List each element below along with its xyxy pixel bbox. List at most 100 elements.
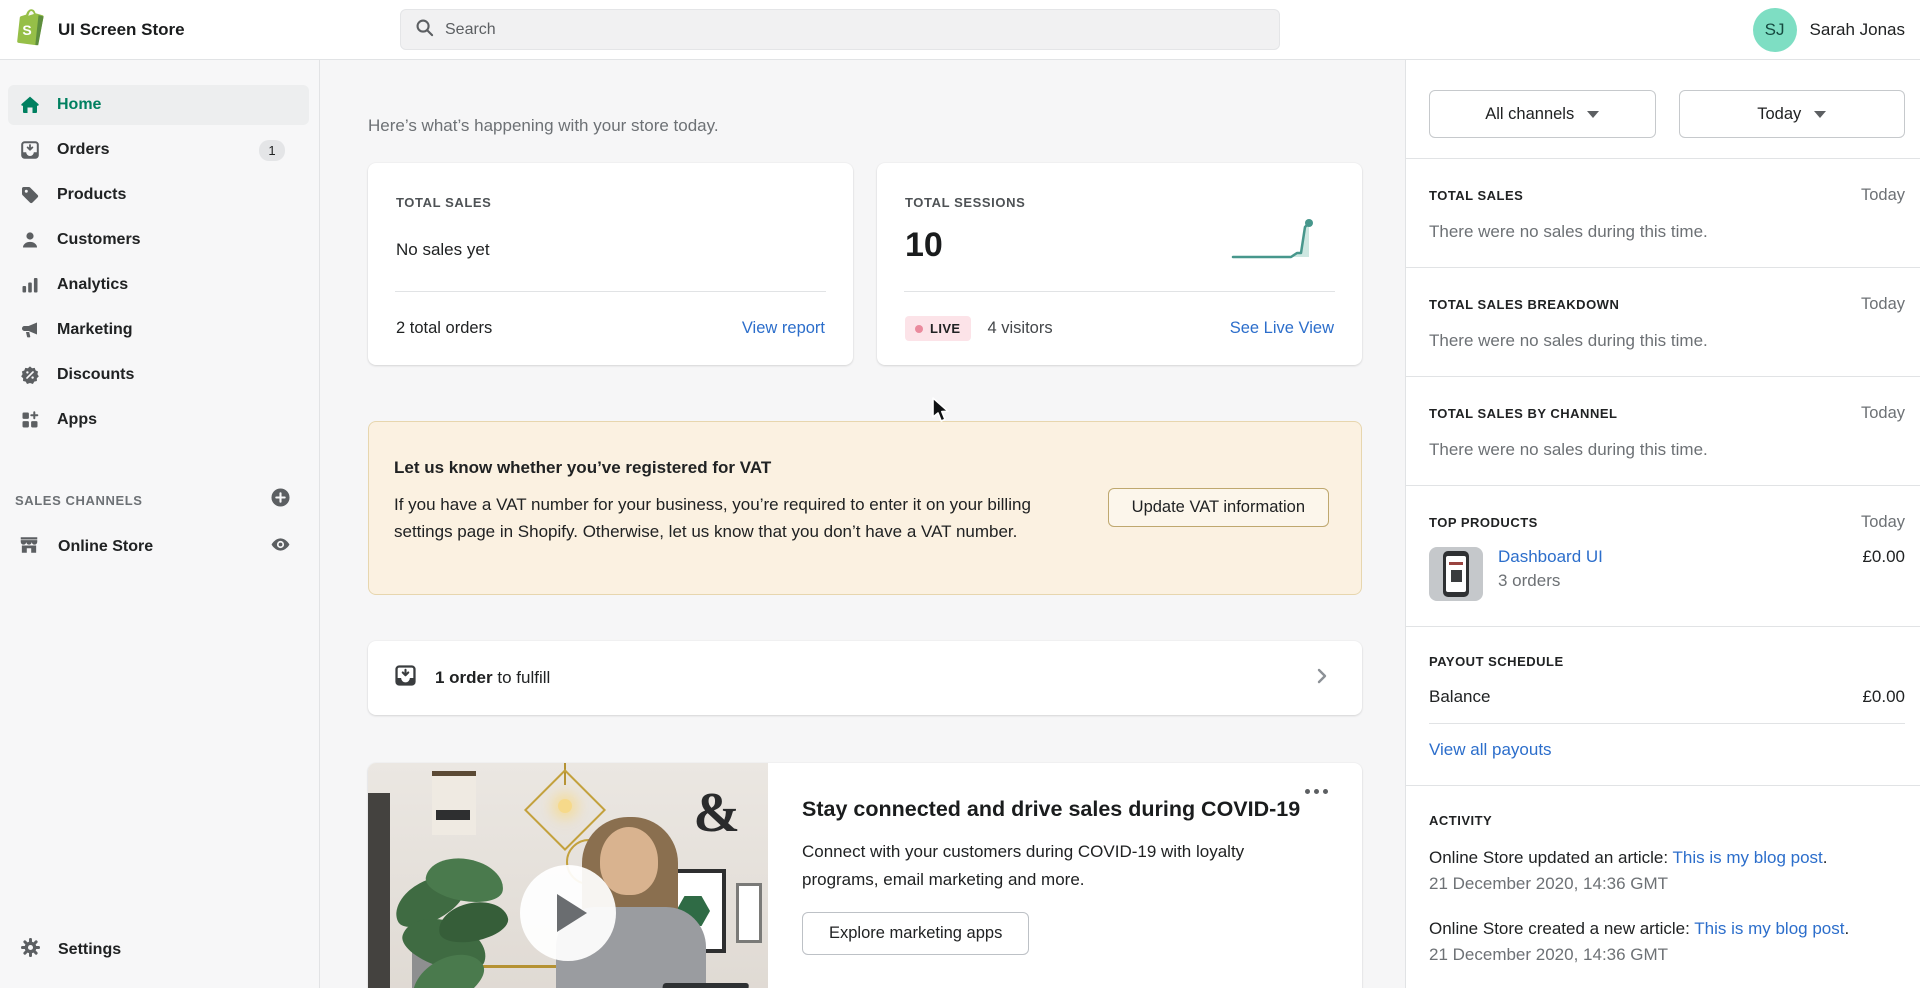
sidebar-item-discounts[interactable]: Discounts: [8, 355, 309, 395]
live-badge: LIVE: [905, 316, 971, 341]
sales-channels-title: SALES CHANNELS: [15, 492, 143, 508]
sidebar-item-online-store[interactable]: Online Store: [0, 527, 319, 567]
sidebar-item-settings[interactable]: Settings: [8, 930, 309, 970]
stats-cards-row: TOTAL SALES No sales yet 2 total orders …: [368, 163, 1362, 365]
sidebar-item-label: Analytics: [57, 276, 129, 293]
sidebar-item-orders[interactable]: Orders 1: [8, 130, 309, 170]
eye-icon[interactable]: [270, 534, 291, 560]
settings-label: Settings: [58, 941, 122, 958]
channel-label: Online Store: [58, 538, 154, 555]
balance-amount: £0.00: [1862, 687, 1905, 706]
play-button[interactable]: [520, 865, 616, 961]
blog-post-link[interactable]: This is my blog post: [1694, 919, 1844, 938]
caret-down-icon: [1587, 110, 1600, 118]
sidebar-item-label: Discounts: [57, 366, 135, 383]
sidebar-item-analytics[interactable]: Analytics: [8, 265, 309, 305]
product-row: Dashboard UI 3 orders £0.00: [1429, 547, 1905, 601]
orders-icon: [20, 140, 40, 160]
home-icon: [20, 95, 40, 115]
sidebar-item-marketing[interactable]: Marketing: [8, 310, 309, 350]
product-amount: £0.00: [1862, 547, 1905, 566]
marketing-icon: [20, 320, 40, 340]
user-name: Sarah Jonas: [1809, 20, 1905, 39]
vat-banner-title: Let us know whether you’ve registered fo…: [394, 458, 772, 477]
sidebar-item-home[interactable]: Home: [8, 85, 309, 125]
sales-channels-header: SALES CHANNELS: [0, 487, 319, 513]
sidebar-item-label: Products: [57, 186, 127, 203]
app-layout: Home Orders 1 Products Customers Analyti…: [0, 60, 1920, 988]
explore-marketing-apps-button[interactable]: Explore marketing apps: [802, 912, 1030, 955]
avatar[interactable]: SJ: [1752, 8, 1797, 52]
activity-section: ACTIVITY Online Store updated an article…: [1406, 785, 1920, 988]
total-sessions-title: TOTAL SESSIONS: [905, 195, 1026, 210]
thumb-decor: [736, 883, 762, 943]
payout-schedule-section: PAYOUT SCHEDULE Balance £0.00 View all p…: [1406, 626, 1920, 785]
sidebar: Home Orders 1 Products Customers Analyti…: [0, 60, 320, 988]
kebab-menu-icon[interactable]: [1305, 789, 1328, 794]
sidebar-item-label: Apps: [57, 411, 97, 428]
sparkline-line: [1231, 221, 1311, 259]
covid-card-content: Stay connected and drive sales during CO…: [768, 763, 1362, 988]
settings-icon: [20, 937, 41, 963]
main-content: Here’s what’s happening with your store …: [320, 60, 1405, 988]
greeting-text: Here’s what’s happening with your store …: [368, 116, 719, 135]
blog-post-link[interactable]: This is my blog post: [1673, 848, 1823, 867]
visitors-count: 4 visitors: [987, 319, 1053, 337]
caret-down-icon: [1814, 110, 1827, 118]
fulfill-text: 1 order to fulfill: [435, 668, 551, 687]
product-link[interactable]: Dashboard UI: [1498, 547, 1862, 567]
date-filter-dropdown[interactable]: Today: [1678, 90, 1905, 138]
total-sales-by-channel-section: TOTAL SALES BY CHANNEL Today There were …: [1406, 376, 1920, 485]
sidebar-item-label: Marketing: [57, 321, 133, 338]
sparkline-dot: [1305, 219, 1313, 227]
analytics-icon: [20, 275, 40, 295]
discounts-icon: [20, 365, 40, 385]
live-dot: [915, 324, 923, 333]
sidebar-item-label: Customers: [57, 231, 141, 248]
products-icon: [20, 185, 40, 205]
sidebar-item-products[interactable]: Products: [8, 175, 309, 215]
thumb-decor: [656, 983, 750, 988]
search-input[interactable]: [445, 20, 1265, 39]
balance-row: Balance £0.00: [1429, 687, 1905, 707]
vat-banner: Let us know whether you’ve registered fo…: [368, 421, 1362, 595]
view-all-payouts-link[interactable]: View all payouts: [1429, 740, 1552, 760]
global-search[interactable]: [400, 9, 1280, 50]
sidebar-item-apps[interactable]: Apps: [8, 400, 309, 440]
see-live-view-link[interactable]: See Live View: [1230, 319, 1334, 338]
orders-summary: 2 total orders: [396, 319, 493, 337]
brand[interactable]: S UI Screen Store: [14, 8, 185, 51]
divider: [1429, 723, 1905, 724]
view-report-link[interactable]: View report: [742, 319, 825, 338]
thumb-decor: &: [693, 782, 740, 844]
user-menu[interactable]: SJ Sarah Jonas: [1752, 0, 1905, 60]
total-sales-footer: 2 total orders View report: [368, 292, 853, 365]
orders-icon: [394, 664, 417, 692]
chevron-right-icon: [1312, 666, 1332, 691]
svg-text:S: S: [22, 22, 31, 38]
total-sales-title: TOTAL SALES: [396, 195, 492, 210]
sidebar-item-label: Orders: [57, 141, 110, 158]
activity-timestamp: 21 December 2020, 14:36 GMT: [1429, 874, 1669, 893]
orders-to-fulfill-card[interactable]: 1 order to fulfill: [368, 641, 1362, 715]
activity-timestamp: 21 December 2020, 14:36 GMT: [1429, 945, 1669, 964]
channel-filter-dropdown[interactable]: All channels: [1429, 90, 1656, 138]
thumb-decor: [558, 799, 572, 813]
activity-entry: Online Store created a new article: This…: [1429, 915, 1905, 965]
video-thumbnail[interactable]: &: [368, 763, 768, 988]
update-vat-button[interactable]: Update VAT information: [1107, 488, 1329, 527]
product-orders: 3 orders: [1498, 571, 1561, 590]
sidebar-item-customers[interactable]: Customers: [8, 220, 309, 260]
add-channel-button[interactable]: [270, 487, 291, 513]
shopify-logo-icon: S: [14, 8, 47, 51]
customers-icon: [20, 230, 40, 250]
balance-label: Balance: [1429, 687, 1491, 706]
covid-card-body: Connect with your customers during COVID…: [802, 842, 1245, 889]
activity-entry: Online Store updated an article: This is…: [1429, 844, 1905, 894]
sessions-sparkline: [1231, 219, 1313, 259]
search-icon: [415, 18, 434, 42]
top-products-section: TOP PRODUCTS Today Dashboard UI 3 orders…: [1406, 485, 1920, 626]
store-title: UI Screen Store: [58, 19, 185, 39]
vat-banner-body: If you have a VAT number for your busine…: [394, 495, 1031, 541]
